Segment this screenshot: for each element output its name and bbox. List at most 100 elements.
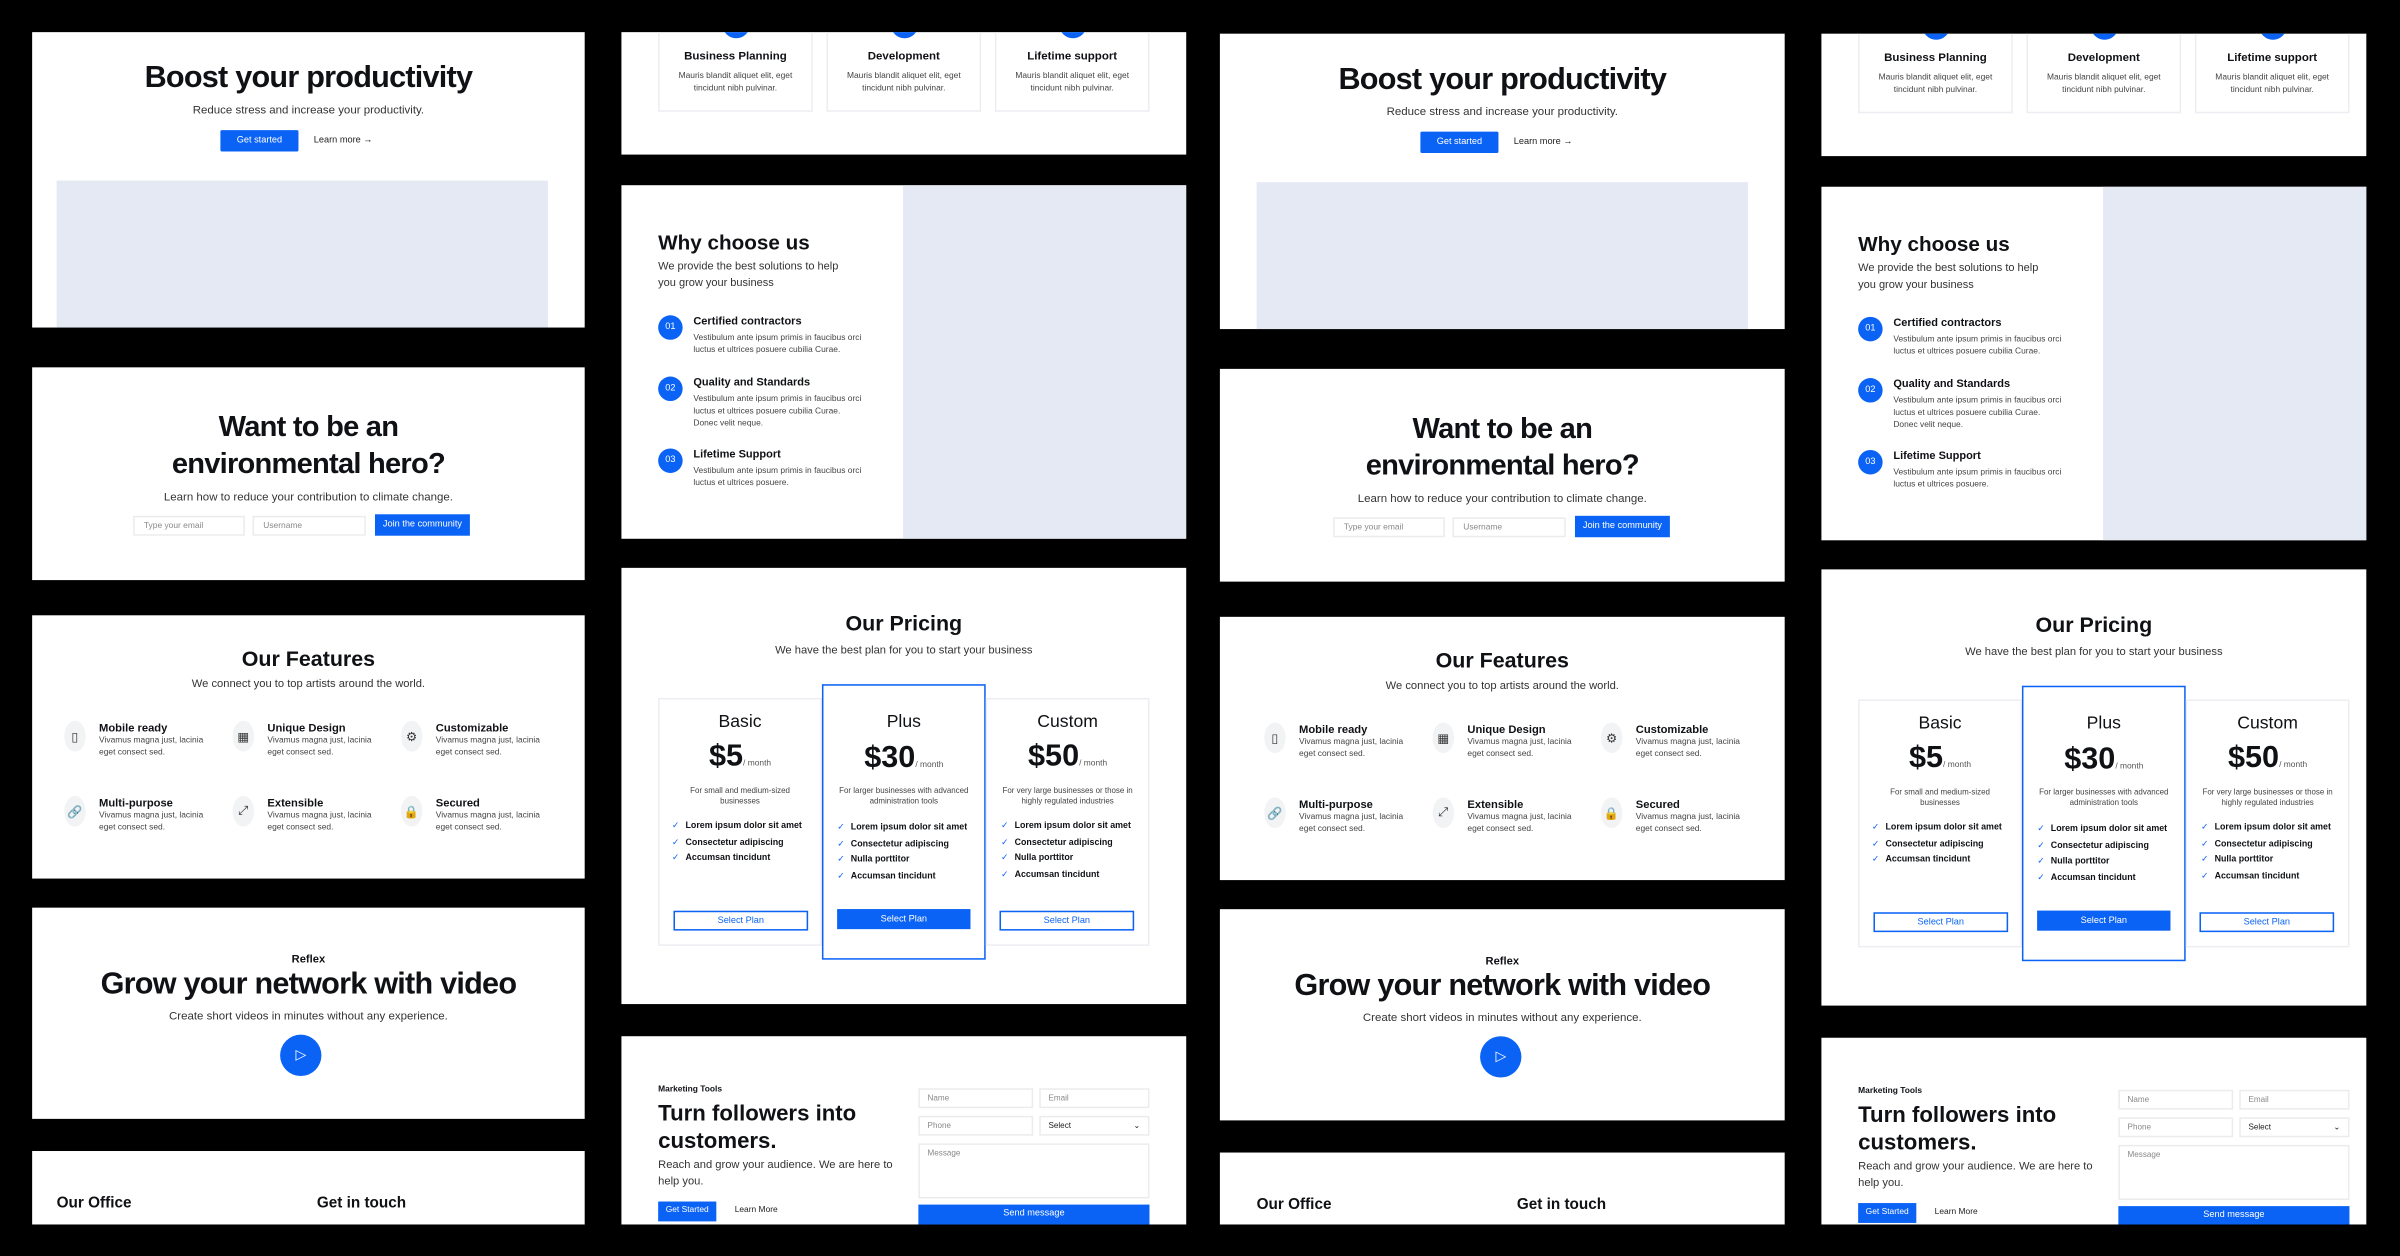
env-hero-card: Want to be an environmental hero? Learn h… (1219, 368, 1785, 582)
feature-title: Multi-purpose (99, 795, 173, 810)
check-icon: ✓ (2037, 873, 2045, 883)
get-started-button[interactable]: Get Started (1858, 1203, 1917, 1223)
plan-feature: ✓ Lorem ipsum dolor sit amet (1871, 823, 2002, 833)
plan-features: ✓ Lorem ipsum dolor sit amet ✓ Consectetur… (1872, 820, 2002, 868)
get-started-button[interactable]: Get started (1420, 131, 1499, 154)
message-field[interactable]: Message (918, 1143, 1150, 1199)
plan-price: $5/ month (658, 739, 822, 774)
env-title: Want to be an environmental hero? (32, 410, 585, 483)
hero-card: Boost your productivity Reduce stress an… (1219, 33, 1785, 330)
hero-image-placeholder (56, 180, 548, 328)
feature-title: Mobile ready (99, 720, 168, 735)
check-icon: ✓ (671, 854, 680, 864)
plan-feature: ✓ Accumsan tincidunt (1001, 870, 1100, 880)
learn-more-label: Learn more (1513, 137, 1561, 147)
marketing-subtitle: Reach and grow your audience. We are her… (658, 1157, 893, 1187)
message-field[interactable]: Message (2118, 1144, 2350, 1200)
video-brand: Reflex (1485, 953, 1520, 968)
plan-features: ✓ Lorem ipsum dolor sit amet ✓ Consectetur… (672, 819, 802, 867)
why-subtitle: We provide the best solutions to help yo… (1858, 260, 2039, 291)
learn-more-link[interactable]: Learn More (1935, 1208, 1978, 1217)
top-features-card: Business Planning Development Lifetime s… (621, 32, 1187, 155)
name-field[interactable]: Name (918, 1088, 1034, 1109)
email-field[interactable]: Email (2239, 1089, 2350, 1110)
learn-more-link[interactable]: Learn more → (1514, 138, 1573, 147)
select-plan-button[interactable]: Select Plan (837, 909, 971, 930)
phone-field[interactable]: Phone (918, 1115, 1034, 1136)
hero-image-placeholder (1256, 182, 1748, 330)
top-features-card: Business Planning Development Lifetime s… (1821, 33, 2367, 157)
top-feature-title: Development (2067, 50, 2140, 65)
get-in-touch-title: Get in touch (316, 1195, 407, 1213)
feature-title: Secured (435, 795, 480, 810)
top-feature-title: Business Planning (1884, 50, 1987, 65)
why-item: Quality and Standards Vestibulum ante ips… (1893, 376, 2062, 431)
top-feature-desc: Mauris blandit aliquet elit, eget tincid… (1015, 71, 1130, 94)
feature-item: ⤢ Extensible Vivamus magna just, lacinia e… (1432, 797, 1586, 835)
plan-price-period: / month (743, 759, 772, 769)
why-card: Why choose us We provide the best soluti… (621, 185, 1187, 539)
get-started-button[interactable]: Get Started (658, 1201, 717, 1222)
select-plan-button[interactable]: Select Plan (2037, 910, 2171, 931)
step-number: 03 (1858, 449, 1883, 475)
marketing-tag: Marketing Tools (658, 1085, 723, 1095)
send-message-button[interactable]: Send message (2118, 1206, 2350, 1225)
feature-item: ▯ Mobile ready Vivamus magna just, lacinia… (1264, 722, 1417, 760)
plan-feature: ✓ Nulla porttitor (2037, 857, 2110, 867)
select-plan-button[interactable]: Select Plan (1873, 912, 2009, 933)
arrow-right-icon: → (363, 136, 373, 146)
feature-desc: Vivamus magna just, lacinia eget consect… (99, 811, 204, 833)
env-title-line1: Want to be an (218, 411, 399, 444)
phone-field[interactable]: Phone (2118, 1117, 2234, 1138)
screenshot-grid: Boost your productivity Reduce stress an… (0, 0, 2400, 1256)
email-input[interactable]: Type your email (133, 515, 245, 536)
hero-card: Boost your productivity Reduce stress an… (32, 32, 585, 328)
select-dropdown[interactable]: Select ⌄ (2239, 1117, 2350, 1138)
check-icon: ✓ (837, 855, 845, 865)
top-feature-title: Business Planning (684, 48, 787, 63)
env-title-line2: environmental hero? (171, 448, 446, 481)
plan-feature: ✓ Lorem ipsum dolor sit amet (671, 821, 802, 832)
send-message-button[interactable]: Send message (918, 1204, 1150, 1225)
email-field[interactable]: Email (1039, 1088, 1150, 1109)
learn-more-link[interactable]: Learn More (735, 1206, 778, 1215)
name-field[interactable]: Name (2118, 1089, 2234, 1110)
email-input[interactable]: Type your email (1333, 517, 1445, 538)
plan-feature: ✓ Accumsan tincidunt (671, 854, 771, 864)
plan-price: $50/ month (2228, 740, 2308, 775)
phone-icon: ▯ (64, 720, 86, 752)
feature-title: Customizable (435, 720, 509, 735)
plan-name: Plus (2086, 714, 2121, 734)
plan-feature: ✓ Accumsan tincidunt (2037, 873, 2136, 883)
username-input[interactable]: Username (1452, 517, 1566, 538)
select-dropdown[interactable]: Select ⌄ (1039, 1115, 1150, 1136)
features-subtitle: We connect you to top artists around the… (191, 676, 426, 691)
feature-desc: Vivamus magna just, lacinia eget consect… (435, 811, 540, 833)
join-community-button[interactable]: Join the community (1574, 515, 1670, 538)
top-feature-desc: Mauris blandit aliquet elit, eget tincid… (2215, 73, 2330, 95)
plan-feature: ✓ Nulla porttitor (1001, 854, 1074, 864)
step-number: 03 (658, 448, 683, 473)
why-item-desc: Vestibulum ante ipsum primis in faucibus… (693, 333, 862, 356)
username-input[interactable]: Username (252, 515, 366, 536)
why-item-title: Quality and Standards (693, 374, 811, 389)
play-button[interactable]: ▷ (1480, 1036, 1522, 1078)
play-button[interactable]: ▷ (280, 1034, 322, 1077)
feature-item: ▦ Unique Design Vivamus magna just, lacini… (232, 720, 386, 759)
check-icon: ✓ (2201, 839, 2209, 849)
plan-name: Basic (718, 713, 762, 732)
join-community-button[interactable]: Join the community (374, 514, 470, 536)
why-item: Quality and Standards Vestibulum ante ips… (693, 375, 864, 430)
step-number: 01 (658, 315, 683, 340)
marketing-tag: Marketing Tools (1858, 1086, 1923, 1096)
learn-more-link[interactable]: Learn more → (314, 136, 373, 145)
plan-name: Custom (1037, 713, 1098, 732)
expand-icon: ⤢ (232, 795, 254, 827)
select-plan-button[interactable]: Select Plan (999, 910, 1135, 931)
select-plan-button[interactable]: Select Plan (673, 910, 809, 931)
plan-desc: For small and medium-sized businesses (1890, 788, 1990, 809)
select-plan-button[interactable]: Select Plan (2199, 912, 2335, 933)
get-started-button[interactable]: Get started (220, 130, 299, 152)
why-title: Why choose us (658, 231, 810, 255)
check-icon: ✓ (1871, 823, 1880, 833)
